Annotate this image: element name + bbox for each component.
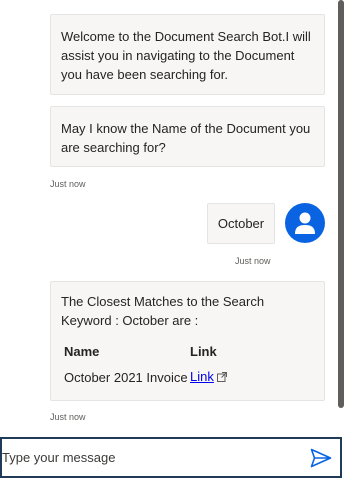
column-header-name: Name [64,344,100,359]
bot-message-text: May I know the Name of the Document you … [61,121,311,155]
bot-message-text: Welcome to the Document Search Bot.I wil… [61,29,311,82]
document-name: October 2021 Invoice [64,369,188,385]
message-composer [0,437,342,478]
send-icon [310,448,332,468]
timestamp: Just now [235,256,271,266]
send-button[interactable] [310,448,332,468]
chat-window: Welcome to the Document Search Bot.I wil… [0,0,358,484]
message-input[interactable] [2,439,302,476]
bot-message-results: The Closest Matches to the Search Keywor… [50,281,325,401]
user-avatar [285,203,325,243]
results-table: Name Link October 2021 Invoice Link [64,342,227,387]
user-message: October [207,203,275,244]
results-title: The Closest Matches to the Search Keywor… [61,294,265,328]
column-header-link: Link [190,344,217,359]
document-link[interactable]: Link [190,369,214,384]
bot-message-question: May I know the Name of the Document you … [50,106,325,167]
external-link-icon[interactable] [216,368,227,387]
scrollbar[interactable] [338,0,344,408]
bot-message-welcome: Welcome to the Document Search Bot.I wil… [50,14,325,95]
link-cell: Link [190,367,227,387]
user-message-text: October [217,216,265,231]
person-icon [295,212,315,234]
table-row: October 2021 Invoice Link [64,367,227,387]
timestamp: Just now [50,179,86,189]
timestamp: Just now [50,412,86,422]
table-header-row: Name Link [64,342,227,367]
